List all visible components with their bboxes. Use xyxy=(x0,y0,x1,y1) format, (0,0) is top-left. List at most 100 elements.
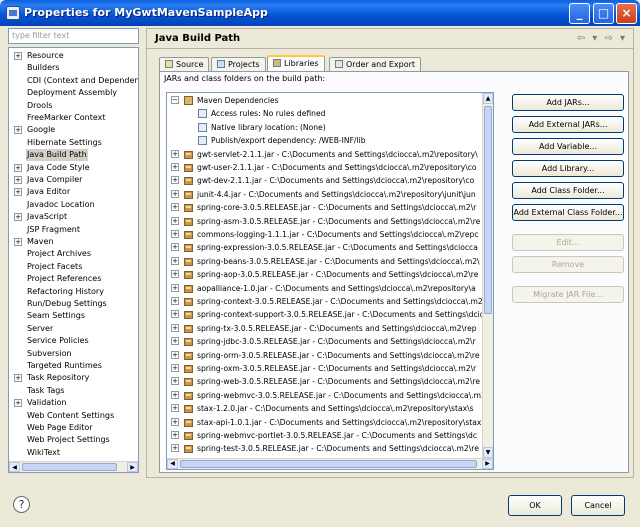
migrate-jar-file-button[interactable]: Migrate JAR File... xyxy=(512,286,624,303)
edit-button[interactable]: Edit... xyxy=(512,234,624,251)
list-horizontal-scrollbar[interactable]: ◀ ▶ xyxy=(167,458,493,469)
tree-item-label: Java Build Path xyxy=(26,149,88,162)
jar-label: spring-expression-3.0.5.RELEASE.jar - C:… xyxy=(197,243,478,253)
scroll-thumb[interactable] xyxy=(484,106,492,314)
add-variable-button[interactable]: Add Variable... xyxy=(512,138,624,155)
jar-icon xyxy=(184,298,193,306)
jar-icon xyxy=(184,378,193,387)
expand-icon[interactable]: + xyxy=(14,188,22,197)
scroll-thumb[interactable] xyxy=(22,463,117,471)
tree-item-label: Web Project Settings xyxy=(27,435,110,445)
jar-icon xyxy=(184,324,193,333)
scroll-up-icon[interactable]: ▲ xyxy=(483,93,493,104)
list-vertical-scrollbar[interactable]: ▲ ▼ xyxy=(482,93,493,458)
jar-icon xyxy=(184,351,193,360)
tab-order-and-export[interactable]: Order and Export xyxy=(329,57,422,71)
jar-label: spring-tx-3.0.5.RELEASE.jar - C:\Documen… xyxy=(197,323,477,333)
container-label: Maven Dependencies xyxy=(197,96,279,105)
expand-icon[interactable]: + xyxy=(171,270,179,279)
tree-item-label: Web Page Editor xyxy=(27,423,93,432)
expand-icon[interactable]: + xyxy=(14,213,22,222)
jar-icon xyxy=(184,271,193,280)
expand-icon[interactable]: + xyxy=(171,243,179,252)
remove-button[interactable]: Remove xyxy=(512,256,624,273)
jar-icon xyxy=(184,391,193,400)
expand-icon[interactable]: + xyxy=(171,163,179,171)
add-external-class-folder-button[interactable]: Add External Class Folder... xyxy=(512,204,624,221)
jar-label: junit-4.4.jar - C:\Documents and Setting… xyxy=(197,189,476,199)
tree-item-label: Drools xyxy=(27,100,53,110)
expand-icon[interactable]: + xyxy=(171,444,179,453)
jar-label: spring-core-3.0.5.RELEASE.jar - C:\Docum… xyxy=(197,203,477,213)
jar-icon xyxy=(184,405,193,414)
filter-input[interactable]: type filter text xyxy=(8,28,139,44)
tab-projects[interactable]: Projects xyxy=(211,57,266,71)
jar-icon xyxy=(184,150,193,159)
add-library-button[interactable]: Add Library... xyxy=(512,160,624,177)
expand-icon[interactable]: + xyxy=(171,256,179,265)
tree-item-label: Run/Debug Settings xyxy=(27,299,107,308)
expand-icon[interactable]: + xyxy=(14,126,22,135)
tab-source[interactable]: Source xyxy=(159,57,210,71)
expand-icon[interactable]: + xyxy=(171,417,179,426)
expand-icon[interactable]: + xyxy=(171,323,179,332)
libraries-list[interactable]: − Maven Dependencies Access rules: No rule… xyxy=(166,92,494,470)
forward-arrow-icon[interactable]: ⇨ ▾ xyxy=(604,33,627,44)
scroll-left-icon[interactable]: ◀ xyxy=(167,459,178,469)
expand-icon[interactable]: + xyxy=(171,310,179,319)
expand-icon[interactable]: + xyxy=(171,377,179,386)
expand-icon[interactable]: + xyxy=(14,52,22,60)
expand-icon[interactable]: + xyxy=(14,399,22,408)
attribute-label: Access rules: No rules defined xyxy=(211,109,326,119)
add-external-jars-button[interactable]: Add External JARs... xyxy=(512,116,624,133)
expand-icon[interactable]: + xyxy=(171,216,179,225)
tree-item-label: Task Repository xyxy=(27,373,90,383)
expand-icon[interactable]: + xyxy=(171,337,179,346)
expand-icon[interactable]: + xyxy=(171,230,179,238)
jar-icon xyxy=(184,432,193,440)
expand-icon[interactable]: + xyxy=(171,283,179,292)
scroll-right-icon[interactable]: ▶ xyxy=(482,459,493,469)
tree-horizontal-scrollbar[interactable]: ◀ ▶ xyxy=(9,461,138,472)
ok-button[interactable]: OK xyxy=(508,495,562,516)
expand-icon[interactable]: + xyxy=(171,176,179,185)
expand-icon[interactable]: + xyxy=(171,203,179,212)
collapse-icon[interactable]: − xyxy=(171,96,179,104)
jar-label: spring-oxm-3.0.5.RELEASE.jar - C:\Docume… xyxy=(197,364,477,373)
scroll-down-icon[interactable]: ▼ xyxy=(483,447,493,458)
add-jars-button[interactable]: Add JARs... xyxy=(512,94,624,111)
scroll-right-icon[interactable]: ▶ xyxy=(127,462,138,472)
back-arrow-icon[interactable]: ⇦ ▾ xyxy=(577,33,600,44)
jar-icon xyxy=(184,217,193,226)
expand-icon[interactable]: + xyxy=(14,374,22,383)
add-class-folder-button[interactable]: Add Class Folder... xyxy=(512,182,624,199)
help-icon[interactable]: ? xyxy=(13,496,30,513)
expand-icon[interactable]: + xyxy=(171,431,179,439)
jar-label: spring-webmvc-portlet-3.0.5.RELEASE.jar … xyxy=(197,431,478,440)
tree-item-label: Targeted Runtimes xyxy=(27,361,102,370)
expand-icon[interactable]: + xyxy=(171,189,179,198)
jar-label: aopalliance-1.0.jar - C:\Documents and S… xyxy=(197,283,476,293)
expand-icon[interactable]: + xyxy=(171,404,179,413)
window-icon xyxy=(6,6,20,20)
library-container-icon xyxy=(184,96,193,105)
expand-icon[interactable]: + xyxy=(14,238,22,246)
window-title: Properties for MyGwtMavenSampleApp xyxy=(24,6,268,19)
tree-item-label: Server xyxy=(27,323,54,333)
scroll-left-icon[interactable]: ◀ xyxy=(9,462,20,472)
cancel-button[interactable]: Cancel xyxy=(571,495,625,516)
expand-icon[interactable]: + xyxy=(14,163,22,172)
minimize-button[interactable]: _ xyxy=(569,3,590,24)
expand-icon[interactable]: + xyxy=(171,297,179,305)
tree-item-label: Web Content Settings xyxy=(27,410,115,420)
expand-icon[interactable]: + xyxy=(171,350,179,359)
close-button[interactable]: × xyxy=(616,3,637,24)
expand-icon[interactable]: + xyxy=(14,176,22,184)
tab-libraries[interactable]: Libraries xyxy=(267,55,325,72)
expand-icon[interactable]: + xyxy=(171,364,179,372)
expand-icon[interactable]: + xyxy=(171,390,179,399)
tab-label: Order and Export xyxy=(346,60,416,69)
expand-icon[interactable]: + xyxy=(171,149,179,158)
scroll-thumb[interactable] xyxy=(180,460,477,468)
maximize-button[interactable]: □ xyxy=(593,3,614,24)
